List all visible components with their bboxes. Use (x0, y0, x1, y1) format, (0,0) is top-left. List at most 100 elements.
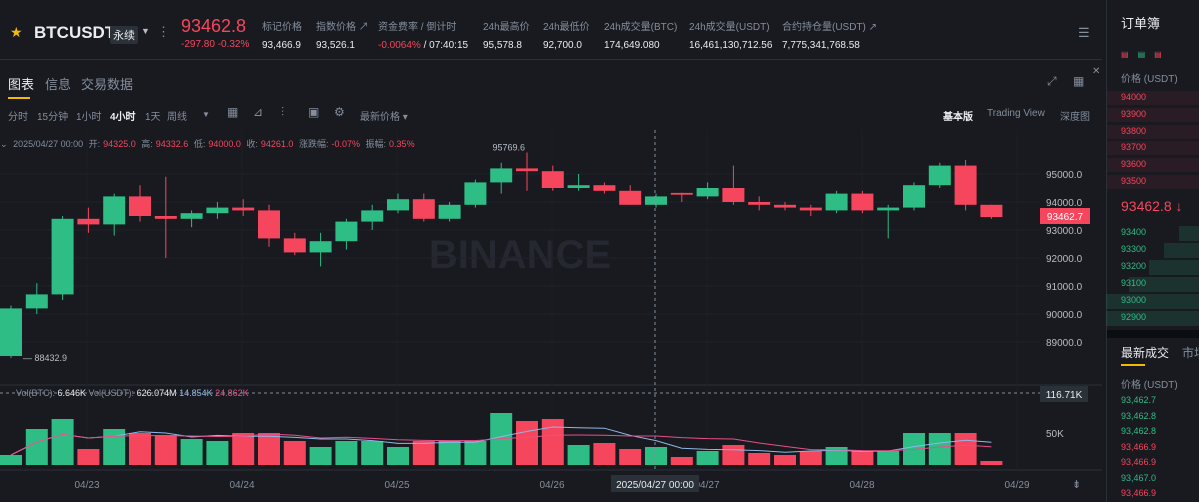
y-tick-label: 95000.0 (1046, 170, 1083, 181)
trade-price: 93,462.7 (1121, 395, 1157, 405)
interval-1h[interactable]: 1小时 (76, 108, 102, 123)
stat-label: 24h最低价 (543, 22, 590, 33)
symbol-name[interactable]: BTCUSDT (34, 23, 115, 43)
candle-body (438, 204, 461, 219)
bid-price[interactable]: 92900 (1121, 312, 1146, 322)
y-tick-label: 90000.0 (1046, 310, 1083, 321)
candle-body (232, 207, 255, 211)
tab-trading-data[interactable]: 交易数据 (81, 74, 133, 93)
scale-settings-icon[interactable]: ⇟ (1072, 478, 1081, 491)
stat-funding-rate: 资金费率 / 倒计时 -0.0064% / 07:40:15 (378, 18, 468, 51)
candle-body (696, 188, 719, 197)
interval-15m[interactable]: 15分钟 (37, 108, 68, 123)
ask-price[interactable]: 93500 (1121, 176, 1146, 186)
ask-price[interactable]: 93800 (1121, 126, 1146, 136)
high-marker: 95769.6 (492, 142, 525, 152)
bid-price[interactable]: 93400 (1121, 227, 1146, 237)
favorite-star-icon[interactable]: ★ (10, 24, 23, 41)
tab-market-trades[interactable]: 市场 (1182, 344, 1199, 361)
y-tick-label: 92000.0 (1046, 254, 1083, 265)
trades-tab-underline (1121, 364, 1145, 366)
volume-bar (516, 421, 538, 465)
ask-price[interactable]: 93700 (1121, 142, 1146, 152)
fullscreen-icon[interactable]: ⤢ (1047, 74, 1057, 89)
y-tick-label: 93000.0 (1046, 226, 1083, 237)
chart-toolbar: 分时 15分钟 1小时 4小时 1天 周线 ▼ ▦ ⊿ ⫶ ▣ ⚙ 最新价格 ▾… (0, 100, 1102, 128)
price-type-label: 最新价格 (360, 112, 400, 123)
stat-label: 标记价格 (262, 22, 302, 33)
volume-bar (283, 441, 306, 465)
ohlc-change-label: 涨跌幅: (298, 139, 329, 149)
indicator-icon[interactable]: ⊿ (253, 105, 263, 119)
volume-bar (954, 433, 977, 465)
candle-body (490, 168, 513, 183)
interval-1w[interactable]: 周线 (167, 108, 187, 123)
ohlc-low: 94000.0 (208, 139, 241, 149)
layout-grid-icon[interactable]: ▦ (1073, 74, 1084, 88)
stat-value: 95,578.8 (483, 40, 522, 51)
bid-price[interactable]: 93300 (1121, 244, 1146, 254)
volume-bar (387, 447, 409, 465)
candle-body (799, 207, 822, 211)
bid-price[interactable]: 93000 (1121, 295, 1146, 305)
stat-24h-high: 24h最高价 95,578.8 (483, 18, 530, 51)
stat-24h-volume-btc: 24h成交量(BTC) 174,649.080 (604, 18, 677, 51)
trade-price: 93,462.8 (1121, 426, 1157, 436)
y-tick-label: 91000.0 (1046, 282, 1083, 293)
tab-info[interactable]: 信息 (45, 74, 71, 93)
close-icon[interactable]: ✕ (1092, 66, 1100, 77)
bid-depth-bar (1106, 294, 1199, 309)
candlestick-chart[interactable]: BINANCE 89000.0 90000.0 91000.0 92000.0 9300… (0, 130, 1102, 502)
interval-1d[interactable]: 1天 (145, 108, 161, 123)
symbol-dropdown-icon[interactable]: ▼ (141, 26, 150, 36)
stat-label: 24h成交量(USDT) (689, 22, 770, 33)
candle-body (77, 218, 100, 225)
candle-body (748, 202, 771, 205)
volume-bar (438, 441, 461, 465)
bid-price[interactable]: 93100 (1121, 278, 1146, 288)
ohlc-collapse-icon[interactable]: ⌄ (0, 139, 8, 149)
ask-price[interactable]: 93900 (1121, 109, 1146, 119)
orderbook-layout-icons[interactable]: ▤▤▤ (1121, 50, 1171, 59)
view-basic[interactable]: 基本版 (943, 108, 973, 123)
settings-gear-icon[interactable]: ⚙ (334, 105, 345, 119)
interval-dropdown-icon[interactable]: ▼ (202, 110, 210, 119)
stat-value: 93,466.9 (262, 40, 301, 51)
stat-open-interest[interactable]: 合约持仓量(USDT) ↗ 7,775,341,768.58 (782, 18, 877, 51)
volume-bar (696, 451, 719, 465)
view-depth[interactable]: 深度图 (1060, 108, 1090, 123)
volume-bar (412, 441, 435, 465)
volume-bar (645, 447, 667, 465)
stat-label: 24h最高价 (483, 22, 530, 33)
candle-body (258, 210, 280, 239)
volume-bar (309, 447, 332, 465)
ohlc-date: 2025/04/27 00:00 (13, 139, 84, 149)
stat-label: 资金费率 / 倒计时 (378, 22, 457, 33)
candle-body (670, 192, 693, 195)
candle-body (361, 210, 384, 222)
volume-bar (670, 457, 693, 465)
interval-timeline[interactable]: 分时 (8, 108, 28, 123)
more-dots-icon[interactable]: ⋮ (157, 24, 170, 40)
stat-value: 93,526.1 (316, 40, 355, 51)
tab-recent-trades[interactable]: 最新成交 (1121, 344, 1169, 361)
interval-4h[interactable]: 4小时 (110, 108, 136, 123)
ask-price[interactable]: 94000 (1121, 92, 1146, 102)
trade-price: 93,467.0 (1121, 472, 1157, 483)
ohlc-amp-label: 振幅: (365, 139, 387, 149)
calendar-icon[interactable]: ▦ (227, 105, 238, 119)
volume-bar (748, 453, 771, 465)
stat-value: -0.0064% / 07:40:15 (378, 40, 469, 51)
price-type-select[interactable]: 最新价格 ▾ (360, 108, 408, 123)
volume-bar (851, 451, 874, 465)
stat-index-price[interactable]: 指数价格 ↗ 93,526.1 (316, 18, 369, 51)
candle-type-icon[interactable]: ⫶ (281, 105, 284, 120)
volume-bar (567, 445, 590, 465)
ask-price[interactable]: 93600 (1121, 159, 1146, 169)
bid-price[interactable]: 93200 (1121, 261, 1146, 271)
chart-template-icon[interactable]: ▣ (308, 105, 319, 119)
view-tradingview[interactable]: Trading View (987, 108, 1045, 119)
candle-body (335, 221, 358, 242)
menu-icon[interactable]: ☰ (1078, 25, 1090, 41)
tab-chart[interactable]: 图表 (8, 74, 34, 93)
